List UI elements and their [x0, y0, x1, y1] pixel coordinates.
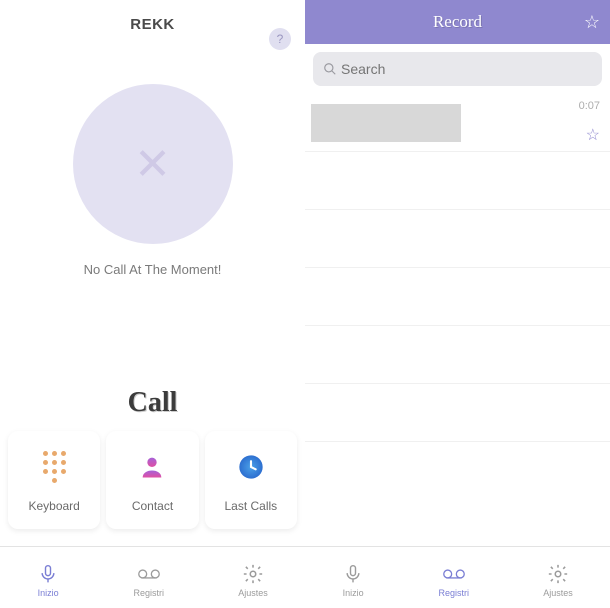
- help-button[interactable]: ?: [269, 28, 291, 50]
- list-item[interactable]: [305, 152, 610, 210]
- contact-card[interactable]: Contact: [106, 431, 198, 529]
- keyboard-card-label: Keyboard: [28, 499, 79, 513]
- nav-label: Registri: [438, 588, 469, 598]
- list-item[interactable]: [305, 326, 610, 384]
- mic-icon: [37, 562, 59, 586]
- last-calls-card[interactable]: Last Calls: [205, 431, 297, 529]
- nav-label: Inizio: [38, 588, 59, 598]
- nav-label: Ajustes: [238, 588, 268, 598]
- nav-label: Inizio: [343, 588, 364, 598]
- list-item[interactable]: [305, 268, 610, 326]
- nav-label: Registri: [133, 588, 164, 598]
- star-icon[interactable]: ☆: [586, 125, 600, 145]
- mic-icon: [342, 562, 364, 586]
- app-title: REKK: [130, 16, 175, 33]
- voicemail-icon: [138, 562, 160, 586]
- search-input[interactable]: [341, 61, 592, 77]
- call-heading: Call: [0, 387, 305, 419]
- nav-inizio-left[interactable]: Inizio: [37, 562, 59, 598]
- call-cards-row: Keyboard Contact: [0, 419, 305, 529]
- no-call-status: No Call At The Moment!: [0, 262, 305, 277]
- header-record: Record ☆: [305, 0, 610, 44]
- record-title: Record: [433, 12, 482, 32]
- list-item[interactable]: [305, 384, 610, 442]
- close-icon: ✕: [134, 139, 171, 190]
- last-calls-card-label: Last Calls: [224, 499, 277, 513]
- keypad-icon: [36, 449, 72, 485]
- keyboard-card[interactable]: Keyboard: [8, 431, 100, 529]
- search-bar[interactable]: [313, 52, 602, 86]
- bottom-nav-left: Inizio Registri Ajustes: [0, 546, 305, 608]
- nav-label: Ajustes: [543, 588, 573, 598]
- screen-record: Record ☆ 0:07 ☆ In: [305, 0, 610, 608]
- star-icon[interactable]: ☆: [584, 12, 600, 33]
- person-icon: [134, 449, 170, 485]
- gear-icon: [242, 562, 264, 586]
- recording-thumb: [311, 104, 461, 142]
- list-item[interactable]: [305, 210, 610, 268]
- recording-item[interactable]: 0:07 ☆: [305, 94, 610, 152]
- nav-registri-left[interactable]: Registri: [133, 562, 164, 598]
- search-icon: [323, 62, 337, 76]
- gear-icon: [547, 562, 569, 586]
- nav-ajustes-left[interactable]: Ajustes: [238, 562, 268, 598]
- header-call: REKK ?: [0, 0, 305, 48]
- nav-registri-right[interactable]: Registri: [438, 562, 469, 598]
- no-call-avatar: ✕: [73, 84, 233, 244]
- recording-duration: 0:07: [579, 100, 600, 112]
- recordings-list: 0:07 ☆: [305, 94, 610, 546]
- bottom-nav-right: Inizio Registri Ajustes: [305, 546, 610, 608]
- screen-call: REKK ? ✕ No Call At The Moment! Call Key…: [0, 0, 305, 608]
- voicemail-icon: [443, 562, 465, 586]
- clock-icon: [233, 449, 269, 485]
- nav-inizio-right[interactable]: Inizio: [342, 562, 364, 598]
- nav-ajustes-right[interactable]: Ajustes: [543, 562, 573, 598]
- contact-card-label: Contact: [132, 499, 173, 513]
